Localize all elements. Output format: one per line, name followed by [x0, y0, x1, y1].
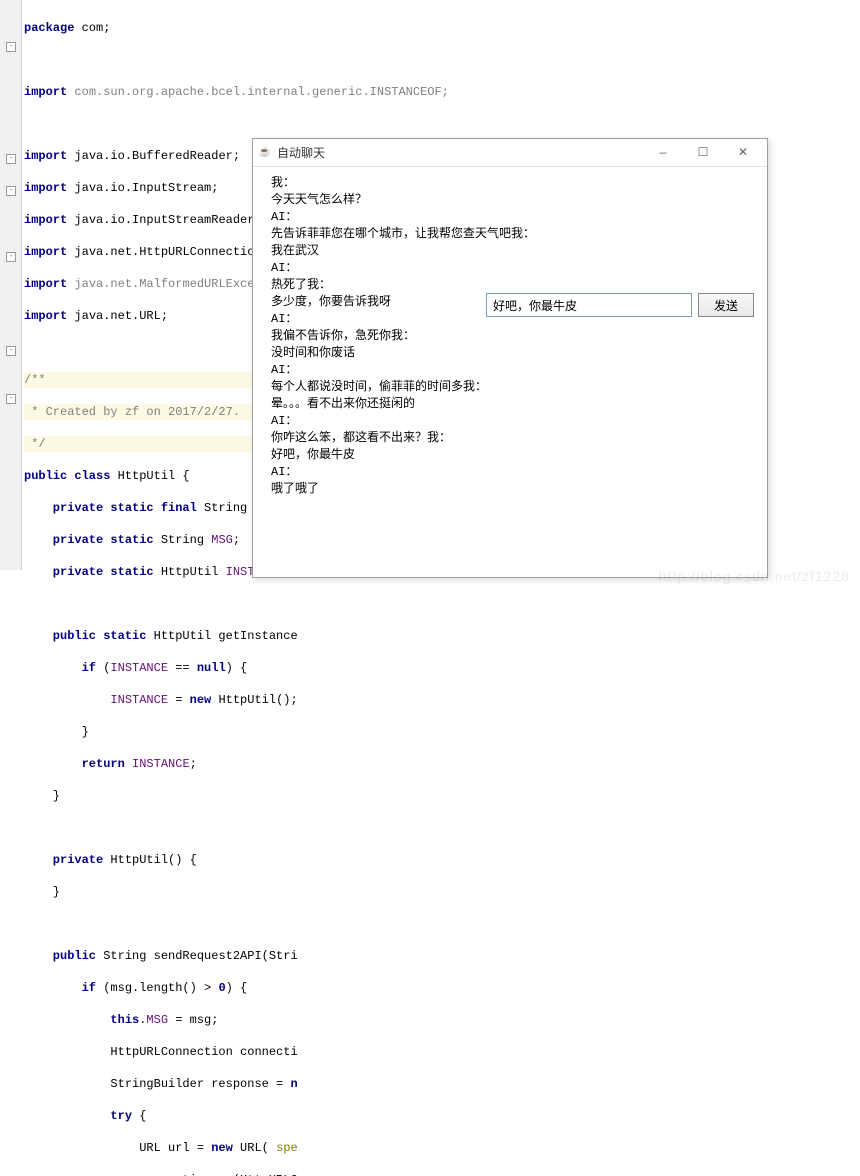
gutter: - - - - - -	[0, 0, 22, 570]
chat-line: 我：	[271, 175, 727, 192]
chat-line: 哦了哦了	[271, 481, 727, 498]
chat-line: AI：	[271, 413, 727, 430]
fold-icon[interactable]: -	[6, 346, 16, 356]
chat-line: 好吧，你最牛皮	[271, 447, 727, 464]
maximize-button[interactable]: ☐	[683, 139, 723, 167]
chat-line: 先告诉菲菲您在哪个城市，让我帮您查天气吧我：	[271, 226, 727, 243]
fold-icon[interactable]: -	[6, 42, 16, 52]
chat-dialog: ☕ 自动聊天 — ☐ ✕ 我：今天天气怎么样？AI：先告诉菲菲您在哪个城市，让我…	[252, 138, 768, 578]
chat-line: 热死了我：	[271, 277, 727, 294]
chat-line: AI：	[271, 260, 727, 277]
chat-line: 我偏不告诉你，急死你我：	[271, 328, 727, 345]
window-title: 自动聊天	[277, 144, 643, 161]
chat-input[interactable]	[486, 293, 692, 317]
java-icon: ☕	[257, 145, 273, 161]
chat-line: AI：	[271, 209, 727, 226]
fold-icon[interactable]: -	[6, 154, 16, 164]
watermark: http://blog.csdn.net/zf1228	[659, 568, 850, 584]
chat-line: 今天天气怎么样？	[271, 192, 727, 209]
chat-line: AI：	[271, 464, 727, 481]
chat-line: 晕。。。看不出来你还挺闲的	[271, 396, 727, 413]
chat-line: 没时间和你废话	[271, 345, 727, 362]
send-button[interactable]: 发送	[698, 293, 754, 317]
chat-line: 我在武汉	[271, 243, 727, 260]
chat-line: 你咋这么笨，都这看不出来？我：	[271, 430, 727, 447]
titlebar[interactable]: ☕ 自动聊天 — ☐ ✕	[253, 139, 767, 167]
minimize-button[interactable]: —	[643, 139, 683, 167]
close-button[interactable]: ✕	[723, 139, 763, 167]
fold-icon[interactable]: -	[6, 186, 16, 196]
chat-log: 我：今天天气怎么样？AI：先告诉菲菲您在哪个城市，让我帮您查天气吧我：我在武汉A…	[271, 175, 727, 569]
chat-line: 每个人都说没时间，偷菲菲的时间多我：	[271, 379, 727, 396]
fold-icon[interactable]: -	[6, 394, 16, 404]
chat-line: AI：	[271, 362, 727, 379]
chat-input-bar: 发送	[486, 293, 754, 319]
fold-icon[interactable]: -	[6, 252, 16, 262]
